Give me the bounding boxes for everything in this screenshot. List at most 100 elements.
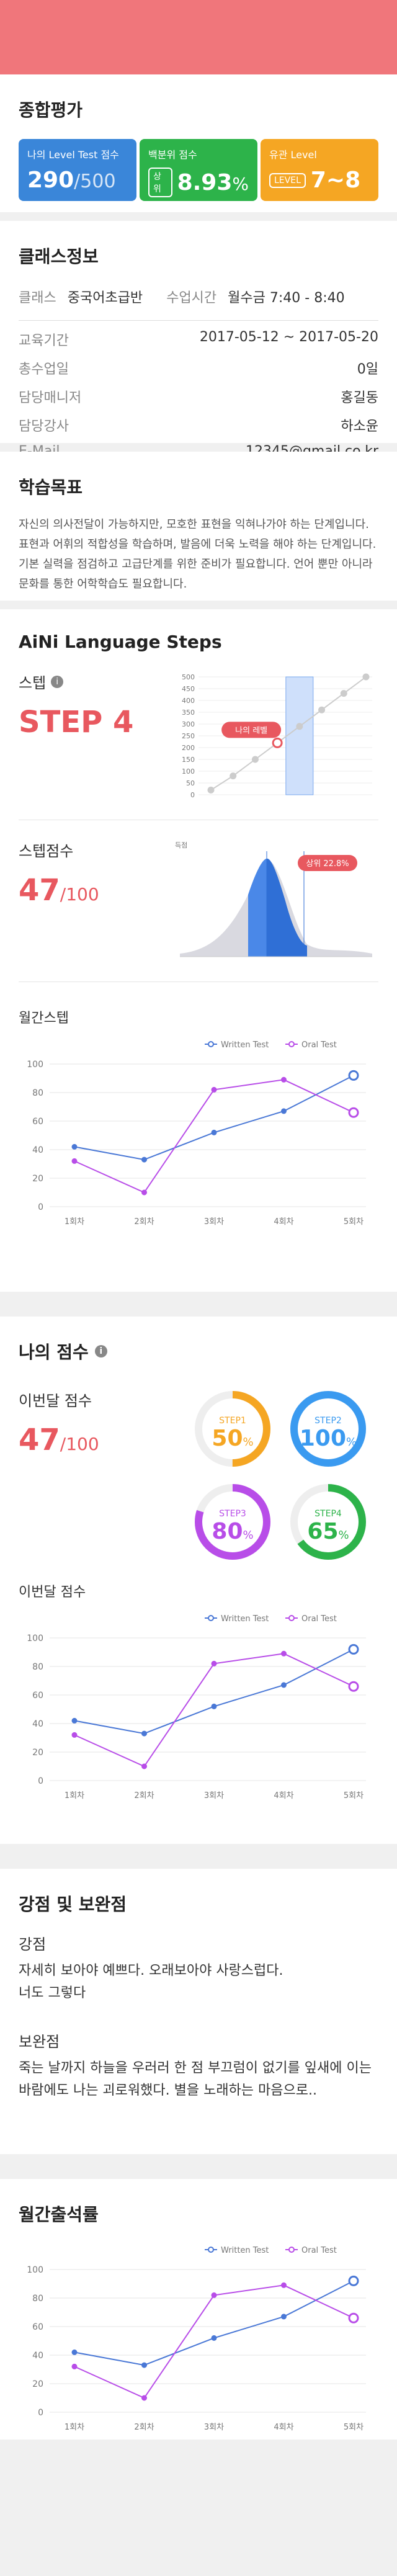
card-value: LEVEL 7~8 <box>269 168 370 193</box>
my-level-label: 나의 레벨 <box>235 726 267 735</box>
y-tick-label: 80 <box>32 1088 43 1098</box>
distribution-chart: 득점상위 22.8% <box>175 841 372 957</box>
data-point <box>141 1156 147 1163</box>
donut-label: STEP4 <box>314 1509 342 1519</box>
y-tick-label: 400 <box>182 697 195 705</box>
legend-marker <box>288 2247 295 2253</box>
chart-label: 이번달 점수 <box>19 1585 86 1600</box>
y-tick-label: 20 <box>32 2379 43 2389</box>
strength-text: 자세히 보아야 예쁘다. 오래보아야 사랑스럽다. 너도 그렇다 <box>19 1963 283 2001</box>
card-label: 백분위 점수 <box>148 149 197 161</box>
steps-section: AiNi Language Steps 스텝 i STEP 4 0 50 100 150… <box>0 609 397 1292</box>
data-point <box>207 786 215 794</box>
data-point <box>281 1682 287 1688</box>
data-point <box>141 2395 147 2401</box>
y-tick-label: 40 <box>32 1145 43 1155</box>
score-label: 스텝점수 <box>19 843 74 860</box>
legend-label: Written Test <box>221 1040 269 1050</box>
info-icon[interactable]: i <box>51 675 64 688</box>
legend-label: Written Test <box>221 1614 269 1624</box>
data-point <box>71 2349 78 2355</box>
y-tick-label: 60 <box>32 1691 43 1701</box>
x-tick-label: 3회차 <box>204 2423 224 2432</box>
y-tick-label: 0 <box>38 1202 43 1212</box>
data-point <box>296 723 303 730</box>
info-row: 교육기간 2017-05-12 ~ 2017-05-20 <box>19 329 378 349</box>
info-icon[interactable]: i <box>94 1345 107 1357</box>
level-test-card[interactable]: 나의 Level Test 점수 290/500 <box>19 139 136 201</box>
legend-label: Oral Test <box>301 2246 337 2255</box>
x-tick-label: 4회차 <box>274 1791 293 1800</box>
legend-marker <box>208 1041 214 1047</box>
x-tick-label: 5회차 <box>344 1217 364 1227</box>
data-point <box>251 756 259 763</box>
data-point <box>141 1763 147 1769</box>
goal-section: 학습목표 자신의 의사전달이 가능하지만, 모호한 표현을 익혀나가야 하는 단… <box>0 452 397 601</box>
data-point <box>211 1086 217 1093</box>
donut-label: STEP1 <box>219 1416 246 1426</box>
donut-value: 50% <box>212 1426 254 1451</box>
x-tick-label: 5회차 <box>344 2423 364 2432</box>
y-tick-label: 100 <box>27 2265 43 2275</box>
y-tick-label: 150 <box>182 756 195 764</box>
level-card[interactable]: 유관 Level LEVEL 7~8 <box>261 139 378 201</box>
step-donuts: STEP1 50% STEP2 100% STEP3 80% STEP4 65% <box>192 1389 378 1562</box>
data-point <box>348 1681 359 1692</box>
class-summary: 클래스 중국어초급반 수업시간 월수금 7:40 - 8:40 <box>19 287 378 306</box>
data-point <box>281 2282 287 2288</box>
data-point <box>71 1158 78 1164</box>
last-month-score: 47/100 <box>19 1423 99 1457</box>
section-title: 나의 점수 i <box>19 1339 378 1364</box>
step-donut: STEP1 50% <box>192 1389 273 1469</box>
legend-label: Oral Test <box>301 1040 337 1050</box>
data-point <box>141 2362 147 2368</box>
y-tick-label: 350 <box>182 709 195 717</box>
data-point <box>211 1660 217 1666</box>
strengths-section: 강점 및 보완점 강점 자세히 보아야 예쁘다. 오래보아야 사랑스럽다. 너도… <box>0 1869 397 2154</box>
this-month-chart: Written Test Oral Test 0 20 40 60 80 100 1회차 2회차 3… <box>27 1614 366 1800</box>
data-point <box>348 2275 359 2286</box>
x-tick-label: 4회차 <box>274 1217 293 1227</box>
time-label: 수업시간 <box>166 290 217 306</box>
card-value: 상위 8.93% <box>148 168 249 197</box>
y-tick-label: 450 <box>182 685 195 693</box>
y-tick-label: 20 <box>32 1174 43 1184</box>
card-badge: LEVEL <box>269 172 306 188</box>
class-info-section: 클래스정보 클래스 중국어초급반 수업시간 월수금 7:40 - 8:40 교육… <box>0 221 397 459</box>
info-row: 담당매니저 홍길동 <box>19 390 378 406</box>
y-tick-label: 0 <box>38 1776 43 1786</box>
axis-label: 득점 <box>175 841 187 849</box>
data-point <box>281 1076 287 1083</box>
info-row: 담당강사 하소윤 <box>19 419 378 434</box>
x-tick-label: 4회차 <box>274 2423 293 2432</box>
data-point <box>281 1108 287 1114</box>
card-badge: 상위 <box>148 168 172 197</box>
goal-text: 자신의 의사전달이 가능하지만, 모호한 표현을 익혀나가야 하는 단계입니다.… <box>19 518 377 591</box>
y-tick-label: 20 <box>32 1748 43 1758</box>
x-tick-label: 1회차 <box>65 1791 84 1800</box>
score-cards: 나의 Level Test 점수 290/500 백분위 점수 상위 8.93%… <box>19 139 378 201</box>
y-tick-label: 40 <box>32 2351 43 2361</box>
percentile-card[interactable]: 백분위 점수 상위 8.93% <box>140 139 257 201</box>
y-tick-label: 100 <box>182 767 195 776</box>
legend-marker <box>208 1615 214 1621</box>
step-label: 스텝 i <box>19 671 167 692</box>
x-tick-label: 2회차 <box>134 2423 154 2432</box>
section-title: 종합평가 <box>19 100 83 120</box>
monthly-step-chart: Written Test Oral Test 0 20 40 60 80 100 1회차 2회차 3… <box>27 1040 366 1227</box>
my-score-section: 나의 점수 i 이번달 점수 47/100 STEP1 50% STEP2 100% ST… <box>0 1317 397 1844</box>
y-tick-label: 250 <box>182 732 195 740</box>
step-donut: STEP2 100% <box>288 1389 368 1469</box>
data-point <box>348 1107 359 1118</box>
data-point <box>348 1070 359 1081</box>
y-tick-label: 60 <box>32 1117 43 1127</box>
donut-value: 100% <box>299 1426 357 1451</box>
class-value: 중국어초급반 <box>67 290 143 306</box>
highlight-band <box>285 676 314 795</box>
step-row: 스텝 i STEP 4 0 50 100 150 200 250 300 350 400 450 50… <box>19 671 378 801</box>
monthly-step-label: 월간스텝 <box>19 1011 69 1026</box>
donut-label: STEP2 <box>314 1416 342 1426</box>
data-point <box>141 1730 147 1737</box>
highlight-area <box>267 858 307 957</box>
data-point <box>141 1189 147 1196</box>
